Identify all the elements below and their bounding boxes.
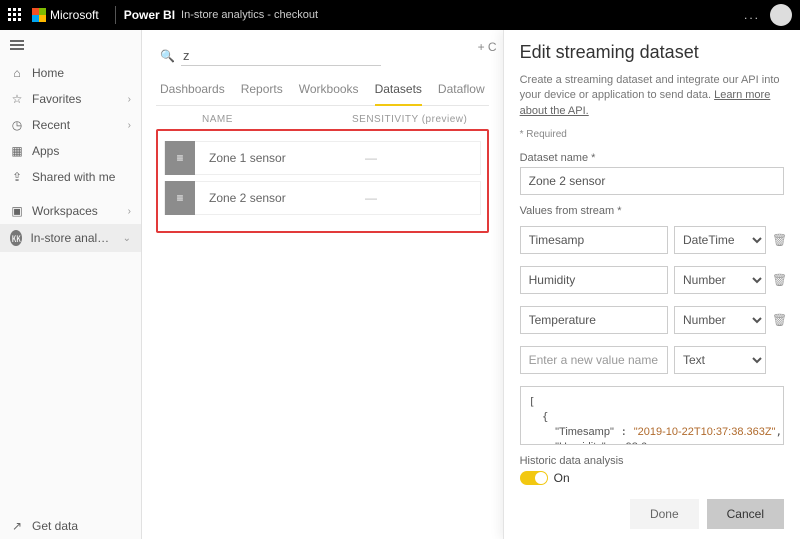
panel-title: Edit streaming dataset	[520, 42, 784, 63]
dataset-icon: ≡	[165, 181, 195, 215]
nav-home[interactable]: ⌂ Home	[0, 60, 141, 86]
breadcrumb[interactable]: In-store analytics - checkout	[181, 9, 318, 21]
workspaces-icon: ▣	[10, 204, 24, 218]
product-label[interactable]: Power BI	[124, 8, 175, 22]
toggle-switch-icon[interactable]	[520, 471, 548, 485]
done-button[interactable]: Done	[630, 499, 699, 529]
nav-label: Apps	[32, 144, 59, 158]
required-note: * Required	[520, 129, 784, 140]
nav-label: Home	[32, 66, 64, 80]
left-nav: ⌂ Home ☆ Favorites › ◷ Recent › ▦ Apps ⇪ Shared…	[0, 30, 142, 539]
toggle-state: On	[554, 471, 570, 485]
tab-workbooks[interactable]: Workbooks	[299, 76, 359, 105]
app-launcher-icon[interactable]	[8, 8, 22, 22]
delete-icon[interactable]: 🗑	[772, 313, 784, 327]
field-row: Number 🗑	[520, 306, 784, 334]
nav-recent[interactable]: ◷ Recent ›	[0, 112, 141, 138]
main-content: + C 🔍 Dashboards Reports Workbooks Datas…	[142, 30, 503, 539]
historic-label: Historic data analysis	[520, 455, 784, 467]
new-field-input[interactable]	[520, 346, 668, 374]
delete-icon[interactable]: 🗑	[772, 273, 784, 287]
field-type-select[interactable]: Number	[674, 306, 766, 334]
dataset-name-label: Dataset name *	[520, 152, 784, 164]
col-sensitivity[interactable]: SENSITIVITY (preview)	[352, 114, 467, 125]
nav-get-data[interactable]: ↗ Get data	[0, 513, 141, 539]
edit-panel: Edit streaming dataset Create a streamin…	[503, 30, 800, 539]
avatar[interactable]	[770, 4, 792, 26]
chevron-right-icon: ›	[128, 94, 131, 105]
dataset-sensitivity: —	[365, 191, 377, 205]
search-input[interactable]	[181, 46, 381, 66]
microsoft-label: Microsoft	[50, 8, 99, 22]
tab-dashboards[interactable]: Dashboards	[160, 76, 225, 105]
shared-icon: ⇪	[10, 170, 24, 184]
get-data-icon: ↗	[10, 519, 24, 533]
home-icon: ⌂	[10, 66, 24, 80]
table-row[interactable]: ≡ Zone 1 sensor —	[164, 141, 481, 175]
new-field-type-select[interactable]: Text	[674, 346, 766, 374]
tab-datasets[interactable]: Datasets	[375, 76, 422, 106]
tab-dataflows[interactable]: Dataflow	[438, 76, 485, 105]
table-row[interactable]: ≡ Zone 2 sensor —	[164, 181, 481, 215]
chevron-right-icon: ›	[128, 120, 131, 131]
field-row: DateTime 🗑	[520, 226, 784, 254]
create-button[interactable]: + C	[478, 40, 497, 54]
hamburger-icon[interactable]	[0, 30, 141, 60]
star-icon: ☆	[10, 92, 24, 106]
values-label: Values from stream *	[520, 205, 784, 217]
dataset-name: Zone 2 sensor	[195, 191, 365, 205]
nav-label: Favorites	[32, 92, 81, 106]
dataset-sensitivity: —	[365, 151, 377, 165]
cancel-button[interactable]: Cancel	[707, 499, 784, 529]
nav-favorites[interactable]: ☆ Favorites ›	[0, 86, 141, 112]
dataset-list-highlight: ≡ Zone 1 sensor — ≡ Zone 2 sensor —	[156, 129, 489, 233]
sample-json: [ { "Timesamp" : "2019-10-22T10:37:38.36…	[520, 386, 784, 445]
workspace-badge-icon: ㏍	[10, 230, 22, 246]
nav-shared[interactable]: ⇪ Shared with me	[0, 164, 141, 190]
nav-label: Workspaces	[32, 204, 98, 218]
nav-current-workspace[interactable]: ㏍ In-store analytics -... ⌄	[0, 224, 141, 252]
apps-icon: ▦	[10, 144, 24, 158]
tab-reports[interactable]: Reports	[241, 76, 283, 105]
microsoft-logo-icon	[32, 8, 46, 22]
top-bar: Microsoft Power BI In-store analytics - …	[0, 0, 800, 30]
search-bar: 🔍	[156, 40, 489, 76]
nav-label: In-store analytics -...	[30, 231, 114, 245]
clock-icon: ◷	[10, 118, 24, 132]
more-icon[interactable]: ...	[744, 8, 760, 22]
historic-toggle[interactable]: On	[520, 471, 784, 485]
field-type-select[interactable]: Number	[674, 266, 766, 294]
dataset-icon: ≡	[165, 141, 195, 175]
field-name-input[interactable]	[520, 226, 668, 254]
column-headers: NAME SENSITIVITY (preview)	[156, 106, 489, 131]
dataset-name: Zone 1 sensor	[195, 151, 365, 165]
dataset-name-input[interactable]	[520, 167, 784, 195]
nav-apps[interactable]: ▦ Apps	[0, 138, 141, 164]
nav-workspaces[interactable]: ▣ Workspaces ›	[0, 198, 141, 224]
nav-label: Get data	[32, 519, 78, 533]
chevron-right-icon: ›	[128, 206, 131, 217]
nav-label: Recent	[32, 118, 70, 132]
field-type-select[interactable]: DateTime	[674, 226, 766, 254]
search-icon: 🔍	[160, 49, 175, 63]
content-tabs: Dashboards Reports Workbooks Datasets Da…	[156, 76, 489, 106]
panel-description: Create a streaming dataset and integrate…	[520, 73, 784, 119]
nav-label: Shared with me	[32, 170, 115, 184]
divider	[115, 6, 116, 24]
col-name[interactable]: NAME	[162, 114, 352, 125]
panel-buttons: Done Cancel	[520, 485, 784, 529]
delete-icon[interactable]: 🗑	[772, 233, 784, 247]
field-name-input[interactable]	[520, 266, 668, 294]
field-name-input[interactable]	[520, 306, 668, 334]
chevron-down-icon: ⌄	[123, 233, 131, 244]
field-row: Number 🗑	[520, 266, 784, 294]
field-row-new: Text 🗑	[520, 346, 784, 374]
